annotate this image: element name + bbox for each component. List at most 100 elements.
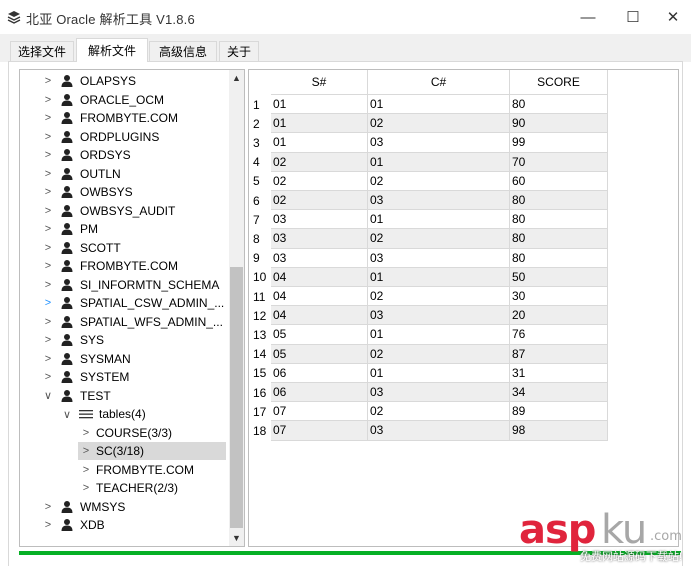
row-number[interactable]: 4 xyxy=(249,153,271,172)
table-cell[interactable]: 02 xyxy=(368,402,510,422)
table-cell[interactable]: 34 xyxy=(510,383,608,403)
chevron-right-icon[interactable]: > xyxy=(42,72,54,90)
table-cell[interactable]: 02 xyxy=(368,114,510,134)
tree-item[interactable]: > FROMBYTE.COM xyxy=(80,461,194,479)
chevron-right-icon[interactable]: > xyxy=(42,313,54,331)
table-cell[interactable]: 01 xyxy=(271,114,368,134)
chevron-right-icon[interactable]: > xyxy=(42,128,54,146)
tree-item[interactable]: > OWBSYS_AUDIT xyxy=(42,202,176,220)
row-number[interactable]: 8 xyxy=(249,229,271,248)
tree-item[interactable]: > OLAPSYS xyxy=(42,72,136,90)
table-cell[interactable]: 04 xyxy=(271,267,368,287)
chevron-right-icon[interactable]: > xyxy=(42,91,54,109)
maximize-button[interactable]: ☐ xyxy=(610,0,656,34)
table-cell[interactable]: 80 xyxy=(510,191,608,211)
table-cell[interactable]: 80 xyxy=(510,248,608,268)
table-cell[interactable]: 05 xyxy=(271,344,368,364)
table-cell[interactable]: 03 xyxy=(368,383,510,403)
tree-item[interactable]: > FROMBYTE.COM xyxy=(42,109,178,127)
tree-item[interactable]: > ORDSYS xyxy=(42,146,131,164)
row-number[interactable]: 2 xyxy=(249,114,271,133)
table-cell[interactable]: 89 xyxy=(510,402,608,422)
table-cell[interactable]: 02 xyxy=(271,171,368,191)
tree-item[interactable]: > SYSTEM xyxy=(42,368,130,386)
table-cell[interactable]: 01 xyxy=(368,363,510,383)
chevron-right-icon[interactable]: > xyxy=(42,257,54,275)
table-cell[interactable]: 76 xyxy=(510,325,608,345)
column-header[interactable]: S# xyxy=(271,70,368,95)
table-cell[interactable]: 02 xyxy=(271,191,368,211)
table-cell[interactable]: 03 xyxy=(271,229,368,249)
table-cell[interactable]: 03 xyxy=(368,421,510,441)
table-cell[interactable]: 04 xyxy=(271,287,368,307)
tree-item[interactable]: > XDB xyxy=(42,516,105,534)
chevron-right-icon[interactable]: > xyxy=(42,239,54,257)
row-number[interactable]: 11 xyxy=(249,287,271,306)
table-cell[interactable]: 03 xyxy=(368,306,510,326)
chevron-right-icon[interactable]: > xyxy=(42,202,54,220)
tree-item[interactable]: > SCOTT xyxy=(42,239,121,257)
scroll-up-arrow-icon[interactable]: ▲ xyxy=(229,70,244,86)
table-cell[interactable]: 05 xyxy=(271,325,368,345)
column-header[interactable]: SCORE xyxy=(510,70,608,95)
table-cell[interactable]: 01 xyxy=(271,133,368,153)
table-cell[interactable]: 02 xyxy=(368,344,510,364)
tree-item[interactable]: ∨ tables(4) xyxy=(61,405,146,423)
row-number[interactable]: 16 xyxy=(249,383,271,402)
table-cell[interactable]: 03 xyxy=(368,248,510,268)
table-cell[interactable]: 70 xyxy=(510,152,608,172)
row-number[interactable]: 5 xyxy=(249,172,271,191)
table-cell[interactable]: 50 xyxy=(510,267,608,287)
row-number[interactable]: 3 xyxy=(249,133,271,152)
tab-select-file[interactable]: 选择文件 xyxy=(10,41,74,61)
chevron-right-icon[interactable]: > xyxy=(42,350,54,368)
row-number[interactable]: 17 xyxy=(249,402,271,421)
table-cell[interactable]: 99 xyxy=(510,133,608,153)
tree-scrollbar[interactable]: ▲ ▼ xyxy=(229,70,244,546)
tree-item[interactable]: > PM xyxy=(42,220,98,238)
minimize-button[interactable]: — xyxy=(565,0,611,34)
table-cell[interactable]: 80 xyxy=(510,229,608,249)
table-cell[interactable]: 03 xyxy=(368,133,510,153)
chevron-right-icon[interactable]: > xyxy=(42,183,54,201)
row-number[interactable]: 15 xyxy=(249,364,271,383)
table-cell[interactable]: 60 xyxy=(510,171,608,191)
table-cell[interactable]: 03 xyxy=(271,210,368,230)
table-cell[interactable]: 07 xyxy=(271,421,368,441)
close-button[interactable]: ✕ xyxy=(655,0,691,34)
table-cell[interactable]: 01 xyxy=(368,152,510,172)
tree-item[interactable]: > SYS xyxy=(42,331,104,349)
schema-tree[interactable]: > OLAPSYS > ORACLE_OCM > FROMBYTE.COM > ORDPLUG… xyxy=(19,69,245,547)
table-cell[interactable]: 02 xyxy=(368,229,510,249)
table-cell[interactable]: 31 xyxy=(510,363,608,383)
tree-item[interactable]: > FROMBYTE.COM xyxy=(42,257,178,275)
row-number[interactable]: 13 xyxy=(249,325,271,344)
table-cell[interactable]: 07 xyxy=(271,402,368,422)
table-cell[interactable]: 90 xyxy=(510,114,608,134)
tree-item[interactable]: > ORACLE_OCM xyxy=(42,91,164,109)
tree-item[interactable]: > ORDPLUGINS xyxy=(42,128,160,146)
table-cell[interactable]: 01 xyxy=(368,210,510,230)
table-cell[interactable]: 01 xyxy=(368,95,510,115)
chevron-right-icon[interactable]: > xyxy=(42,294,54,312)
chevron-right-icon[interactable]: > xyxy=(80,479,92,497)
tree-item[interactable]: > SPATIAL_CSW_ADMIN_... xyxy=(42,294,224,312)
chevron-right-icon[interactable]: > xyxy=(80,461,92,479)
tree-item[interactable]: > COURSE(3/3) xyxy=(80,424,172,442)
table-cell[interactable]: 03 xyxy=(271,248,368,268)
row-number[interactable]: 9 xyxy=(249,249,271,268)
row-number[interactable]: 10 xyxy=(249,268,271,287)
table-cell[interactable]: 01 xyxy=(271,95,368,115)
tab-parse-file[interactable]: 解析文件 xyxy=(76,38,148,62)
chevron-right-icon[interactable]: > xyxy=(42,109,54,127)
tree-item[interactable]: > SYSMAN xyxy=(42,350,131,368)
table-cell[interactable]: 02 xyxy=(368,287,510,307)
tree-item[interactable]: > SI_INFORMTN_SCHEMA xyxy=(42,276,220,294)
table-cell[interactable]: 02 xyxy=(368,171,510,191)
chevron-down-icon[interactable]: ∨ xyxy=(42,387,54,405)
chevron-down-icon[interactable]: ∨ xyxy=(61,405,73,423)
tree-item[interactable]: > OUTLN xyxy=(42,165,121,183)
tree-item[interactable]: > TEACHER(2/3) xyxy=(80,479,178,497)
row-number[interactable]: 6 xyxy=(249,191,271,210)
chevron-right-icon[interactable]: > xyxy=(80,424,92,442)
